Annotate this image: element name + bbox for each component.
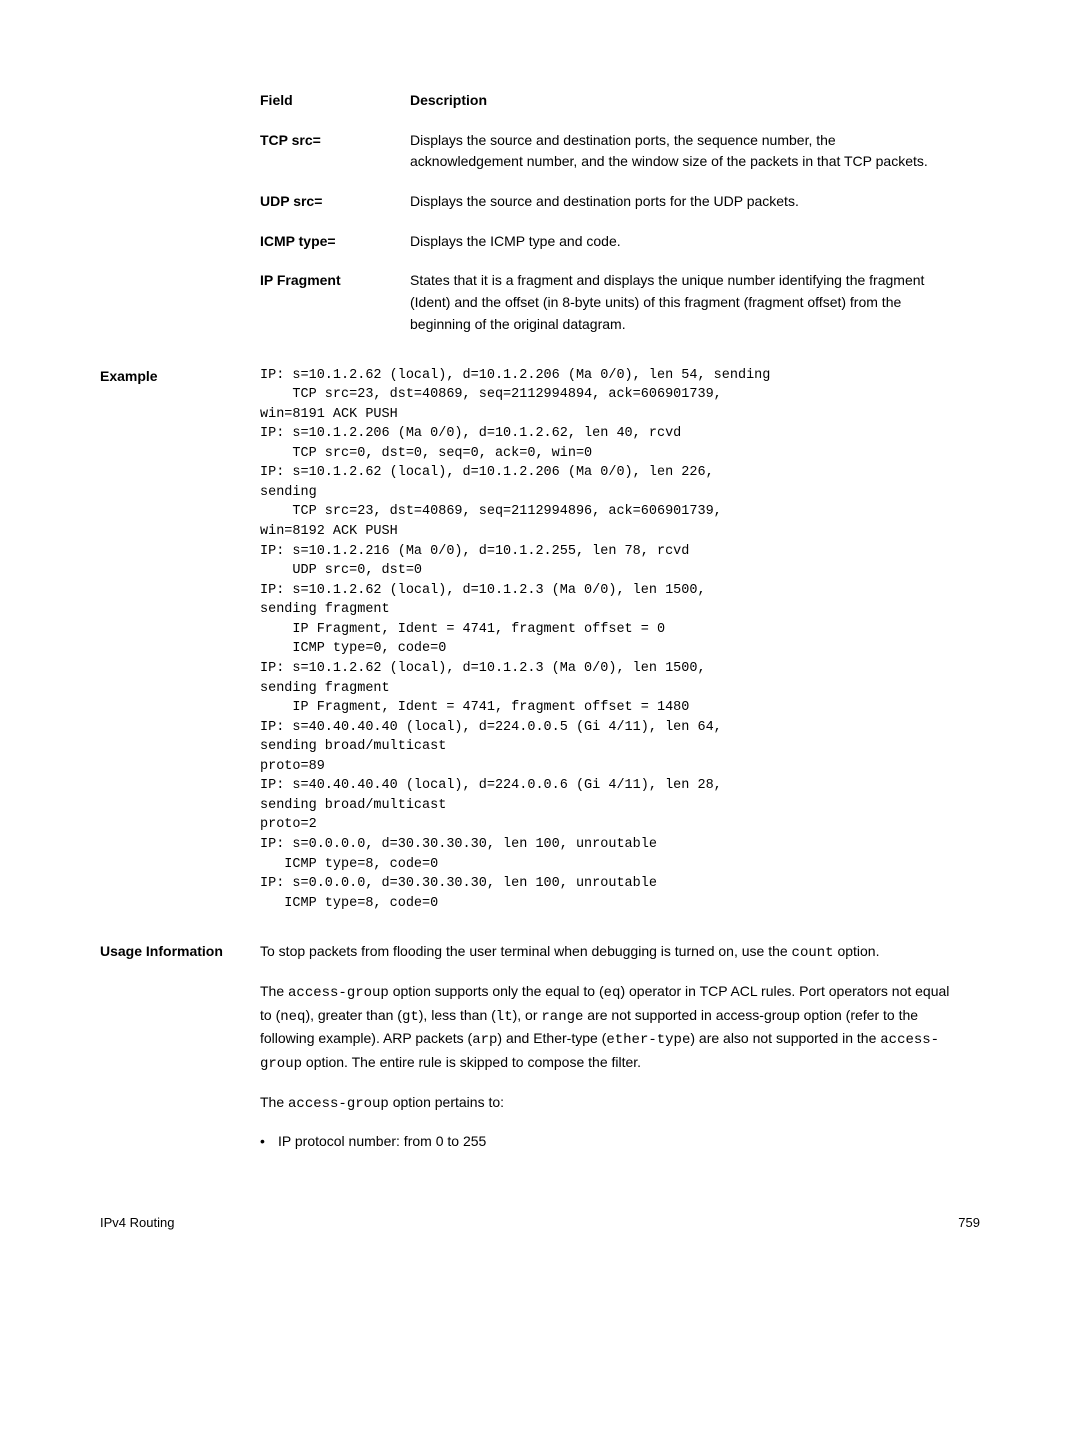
field-desc-icmp: Displays the ICMP type and code.: [410, 231, 980, 253]
field-name-tcp: TCP src=: [260, 130, 410, 173]
usage-p1-c: option.: [834, 943, 880, 959]
usage-p2-f: neq: [280, 1009, 305, 1025]
example-code: IP: s=10.1.2.62 (local), d=10.1.2.206 (M…: [260, 366, 960, 914]
field-header-desc: Description: [410, 90, 980, 112]
usage-p1-a: To stop packets from flooding the user t…: [260, 943, 792, 959]
field-row-tcp: TCP src= Displays the source and destina…: [260, 130, 980, 173]
field-desc-udp: Displays the source and destination port…: [410, 191, 980, 213]
field-desc-tcp: Displays the source and destination port…: [410, 130, 980, 173]
usage-p2-d: eq: [604, 985, 621, 1001]
usage-p3-b: access-group: [288, 1096, 389, 1112]
usage-p2-a: The: [260, 983, 288, 999]
usage-p2-c: option supports only the equal to (: [389, 983, 604, 999]
bullet-dot-icon: •: [260, 1131, 278, 1153]
usage-p3-a: The: [260, 1094, 288, 1110]
usage-p2-p: ether-type: [606, 1032, 690, 1048]
footer-right: 759: [958, 1213, 980, 1233]
usage-p2-k: ), or: [513, 1007, 542, 1023]
example-label: Example: [100, 366, 260, 914]
field-header-name: Field: [260, 90, 410, 112]
field-row-udp: UDP src= Displays the source and destina…: [260, 191, 980, 213]
usage-para-1: To stop packets from flooding the user t…: [260, 941, 960, 965]
usage-p2-s: option. The entire rule is skipped to co…: [302, 1054, 641, 1070]
field-name-ipfragment: IP Fragment: [260, 270, 410, 335]
field-name-udp: UDP src=: [260, 191, 410, 213]
field-desc-ipfragment: States that it is a fragment and display…: [410, 270, 980, 335]
field-header-row: Field Description: [260, 90, 980, 112]
example-section: Example IP: s=10.1.2.62 (local), d=10.1.…: [100, 366, 980, 914]
field-row-ipfragment: IP Fragment States that it is a fragment…: [260, 270, 980, 335]
usage-p2-i: ), less than (: [419, 1007, 496, 1023]
usage-p2-o: ) and Ether-type (: [497, 1030, 606, 1046]
field-row-icmp: ICMP type= Displays the ICMP type and co…: [260, 231, 980, 253]
field-name-icmp: ICMP type=: [260, 231, 410, 253]
page-footer: IPv4 Routing 759: [100, 1213, 980, 1233]
footer-left: IPv4 Routing: [100, 1213, 174, 1233]
usage-p1-b: count: [792, 945, 834, 961]
usage-p2-g: ), greater than (: [305, 1007, 402, 1023]
usage-para-3: The access-group option pertains to:: [260, 1092, 960, 1116]
usage-label: Usage Information: [100, 941, 260, 1153]
usage-p2-b: access-group: [288, 985, 389, 1001]
usage-p2-h: gt: [402, 1009, 419, 1025]
usage-p2-n: arp: [472, 1032, 497, 1048]
usage-p2-l: range: [541, 1009, 583, 1025]
usage-p3-c: option pertains to:: [389, 1094, 504, 1110]
usage-p2-j: lt: [496, 1009, 513, 1025]
usage-para-2: The access-group option supports only th…: [260, 981, 960, 1076]
usage-bullet-1: • IP protocol number: from 0 to 255: [260, 1131, 960, 1153]
usage-bullet-1-text: IP protocol number: from 0 to 255: [278, 1131, 486, 1153]
field-description-table: Field Description TCP src= Displays the …: [260, 90, 980, 336]
usage-section: Usage Information To stop packets from f…: [100, 941, 980, 1153]
usage-p2-q: ) are also not supported in the: [690, 1030, 880, 1046]
